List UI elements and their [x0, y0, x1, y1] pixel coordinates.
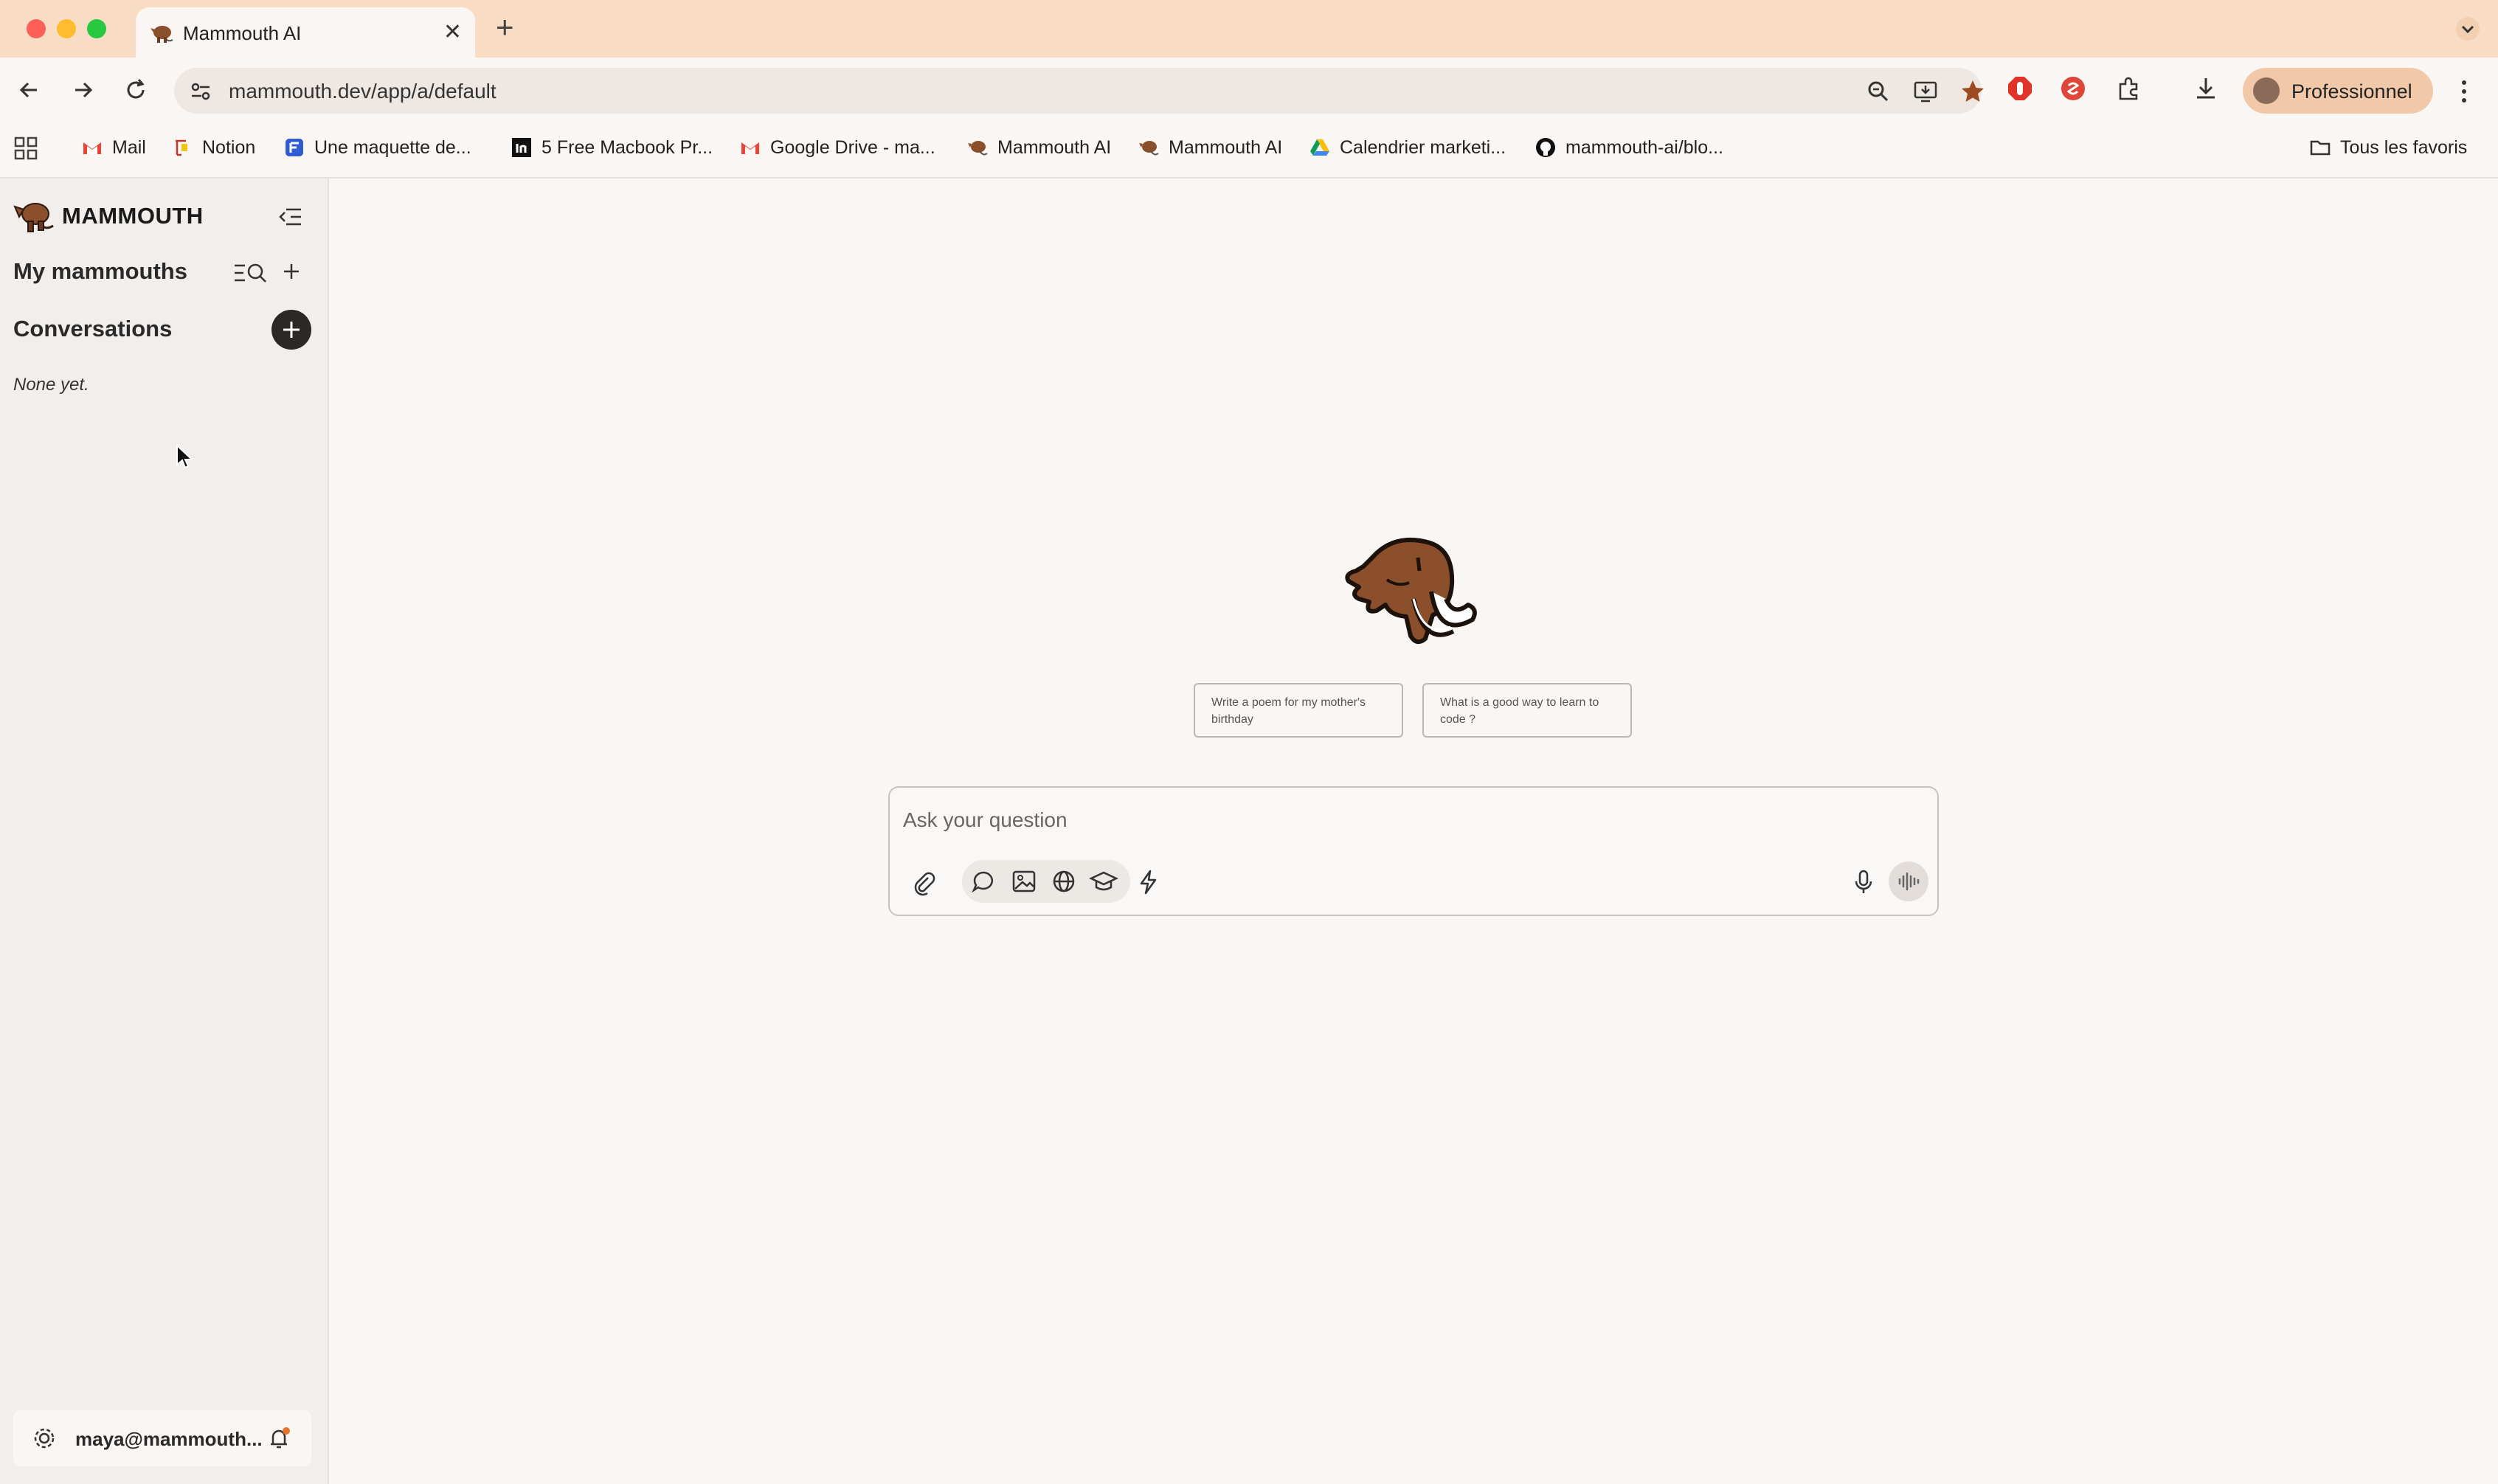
profile-button[interactable]: Professionnel — [2243, 68, 2433, 114]
globe-icon[interactable] — [1049, 867, 1079, 896]
new-tab-button[interactable]: + — [496, 10, 514, 44]
notification-bell-icon[interactable] — [264, 1424, 294, 1453]
brand-name: MAMMOUTH — [62, 203, 204, 229]
bookmark-label: Calendrier marketi... — [1340, 136, 1506, 158]
bookmark-google-drive[interactable]: Google Drive - ma... — [739, 133, 935, 162]
conversations-empty-text: None yet. — [13, 375, 89, 395]
gear-icon[interactable] — [31, 1425, 58, 1452]
browser-toolbar: mammouth.dev/app/a/default Professionnel — [0, 58, 2498, 122]
bookmarks-bar: Mail Notion Une maquette de... 5 Free Ma… — [0, 122, 2498, 178]
user-email: maya@mammouth... — [75, 1428, 263, 1450]
bookmark-label: Mail — [112, 136, 146, 158]
shield-extension-icon[interactable] — [2058, 74, 2088, 103]
site-settings-icon[interactable] — [187, 78, 214, 105]
bookmark-mail[interactable]: Mail — [81, 133, 146, 162]
extensions-puzzle-icon[interactable] — [2114, 74, 2144, 103]
audio-waveform-icon — [1898, 872, 1920, 891]
bookmark-github[interactable]: mammouth-ai/blo... — [1535, 133, 1723, 162]
browser-titlebar: Mammouth AI ✕ + — [0, 0, 2498, 58]
mammoth-logo-icon — [13, 203, 54, 232]
bookmark-mammouth-1[interactable]: Mammouth AI — [966, 133, 1111, 162]
forward-arrow-icon[interactable] — [68, 75, 97, 105]
close-window-button[interactable] — [27, 19, 46, 38]
collapse-sidebar-icon[interactable] — [276, 202, 305, 232]
profile-label: Professionnel — [2291, 80, 2412, 103]
new-conversation-button[interactable] — [271, 310, 311, 350]
github-icon — [1536, 138, 1555, 157]
user-account-card[interactable]: maya@mammouth... — [13, 1410, 311, 1466]
back-arrow-icon[interactable] — [15, 75, 44, 105]
gmail-icon — [83, 142, 101, 154]
browser-menu-icon[interactable] — [2457, 77, 2471, 106]
conversations-title: Conversations — [13, 316, 173, 341]
sidebar: MAMMOUTH My mammouths Conversations None… — [0, 178, 329, 1484]
voice-mode-button[interactable] — [1889, 861, 1928, 901]
tab-search-chevron-icon[interactable] — [2455, 16, 2480, 41]
graduation-cap-icon[interactable] — [1089, 867, 1118, 896]
plus-icon — [283, 322, 300, 338]
bookmark-label: mammouth-ai/blo... — [1565, 136, 1723, 158]
microphone-icon[interactable] — [1849, 867, 1878, 897]
chat-composer — [888, 786, 1939, 916]
bookmark-macbook[interactable]: 5 Free Macbook Pr... — [511, 133, 713, 162]
folder-icon — [2310, 140, 2331, 156]
mode-selector — [962, 860, 1130, 903]
bookmark-label: Une maquette de... — [314, 136, 471, 158]
image-icon[interactable] — [1009, 867, 1039, 896]
avatar — [2253, 77, 2280, 104]
reload-icon[interactable] — [121, 75, 150, 105]
zoom-window-button[interactable] — [87, 19, 106, 38]
mouse-cursor-icon — [176, 444, 193, 469]
notion-icon — [176, 139, 187, 156]
bookmark-star-icon[interactable] — [1959, 78, 1986, 105]
adblock-extension-icon[interactable] — [2005, 74, 2035, 103]
brand-logo-link[interactable]: MAMMOUTH — [13, 198, 204, 235]
suggestion-chip[interactable]: What is a good way to learn to code ? — [1422, 683, 1632, 738]
bookmark-label: Notion — [202, 136, 256, 158]
gmail-icon — [741, 142, 759, 154]
all-bookmarks-folder[interactable]: Tous les favoris — [2309, 133, 2467, 162]
invision-icon — [512, 138, 531, 157]
bookmark-mammouth-2[interactable]: Mammouth AI — [1138, 133, 1282, 162]
mammoth-favicon-icon — [968, 141, 988, 156]
zoom-icon[interactable] — [1865, 78, 1892, 105]
install-app-icon[interactable] — [1912, 78, 1939, 105]
suggestion-chip[interactable]: Write a poem for my mother's birthday — [1194, 683, 1403, 738]
question-input[interactable] — [902, 801, 1923, 839]
downloads-icon[interactable] — [2191, 74, 2221, 103]
add-mammouth-icon[interactable] — [279, 257, 304, 286]
search-list-icon[interactable] — [232, 258, 269, 288]
mammoth-favicon-icon — [1139, 141, 1159, 156]
mammoth-mascot-icon — [1345, 537, 1477, 645]
doc-icon — [286, 139, 303, 156]
drive-icon — [1310, 139, 1329, 156]
my-mammouths-title: My mammouths — [13, 258, 187, 284]
bookmark-label: 5 Free Macbook Pr... — [542, 136, 713, 158]
bookmark-notion[interactable]: Notion — [171, 133, 255, 162]
minimize-window-button[interactable] — [57, 19, 76, 38]
bookmark-calendrier[interactable]: Calendrier marketi... — [1309, 133, 1506, 162]
bookmark-label: Mammouth AI — [1169, 136, 1283, 158]
tab-title: Mammouth AI — [183, 22, 302, 44]
bookmark-maquette[interactable]: Une maquette de... — [283, 133, 471, 162]
mammoth-favicon-icon — [150, 26, 173, 43]
bookmark-label: Google Drive - ma... — [770, 136, 935, 158]
browser-tab-active[interactable]: Mammouth AI ✕ — [136, 7, 475, 58]
all-bookmarks-label: Tous les favoris — [2340, 136, 2468, 158]
address-bar[interactable]: mammouth.dev/app/a/default — [174, 68, 1984, 114]
chat-bubble-icon[interactable] — [969, 867, 999, 896]
address-url[interactable]: mammouth.dev/app/a/default — [229, 80, 497, 103]
lightning-icon[interactable] — [1133, 867, 1163, 897]
bookmark-label: Mammouth AI — [997, 136, 1112, 158]
close-tab-icon[interactable]: ✕ — [443, 19, 462, 45]
attach-paperclip-icon[interactable] — [909, 867, 938, 897]
apps-grid-icon[interactable] — [13, 136, 38, 161]
